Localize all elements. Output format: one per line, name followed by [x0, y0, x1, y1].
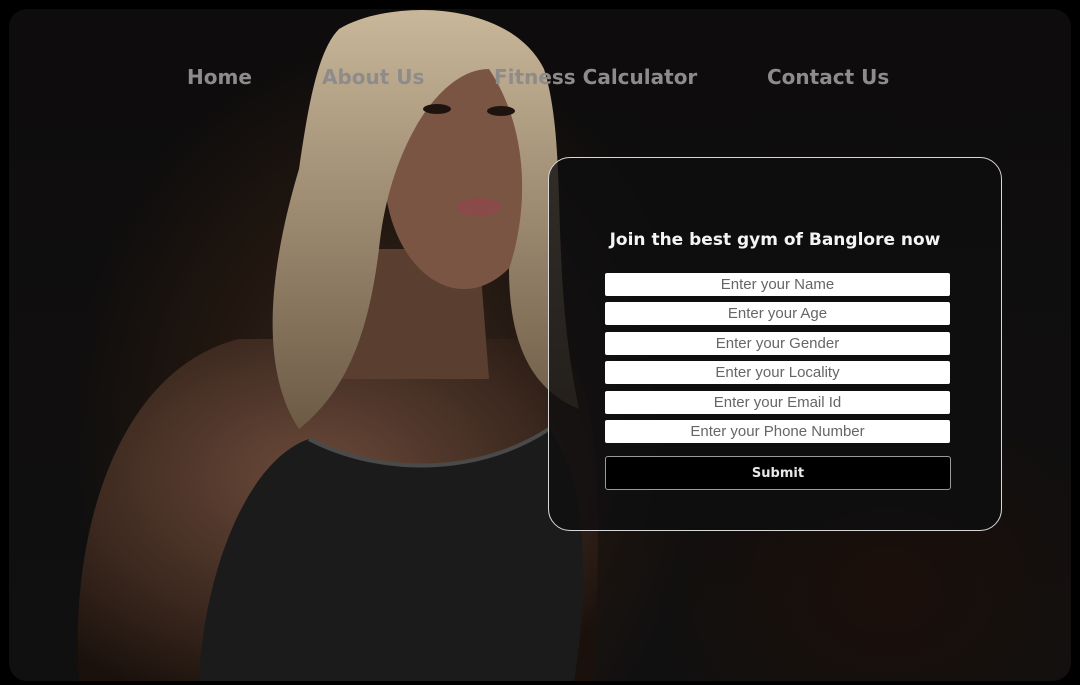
nav-about-link[interactable]: About Us — [322, 61, 424, 93]
email-input[interactable] — [605, 391, 950, 414]
phone-input[interactable] — [605, 420, 950, 443]
age-input[interactable] — [605, 302, 950, 325]
submit-button[interactable]: Submit — [605, 456, 951, 490]
gender-input[interactable] — [605, 332, 950, 355]
name-input[interactable] — [605, 273, 950, 296]
form-title: Join the best gym of Banglore now — [609, 230, 941, 250]
top-nav: Home About Us Fitness Calculator Contact… — [9, 61, 1071, 101]
nav-fitness-calculator-link[interactable]: Fitness Calculator — [494, 61, 697, 93]
page-frame: Home About Us Fitness Calculator Contact… — [9, 9, 1071, 681]
nav-contact-link[interactable]: Contact Us — [767, 61, 889, 93]
signup-form: Join the best gym of Banglore now Submit — [548, 157, 1002, 531]
nav-home-link[interactable]: Home — [187, 61, 252, 93]
locality-input[interactable] — [605, 361, 950, 384]
